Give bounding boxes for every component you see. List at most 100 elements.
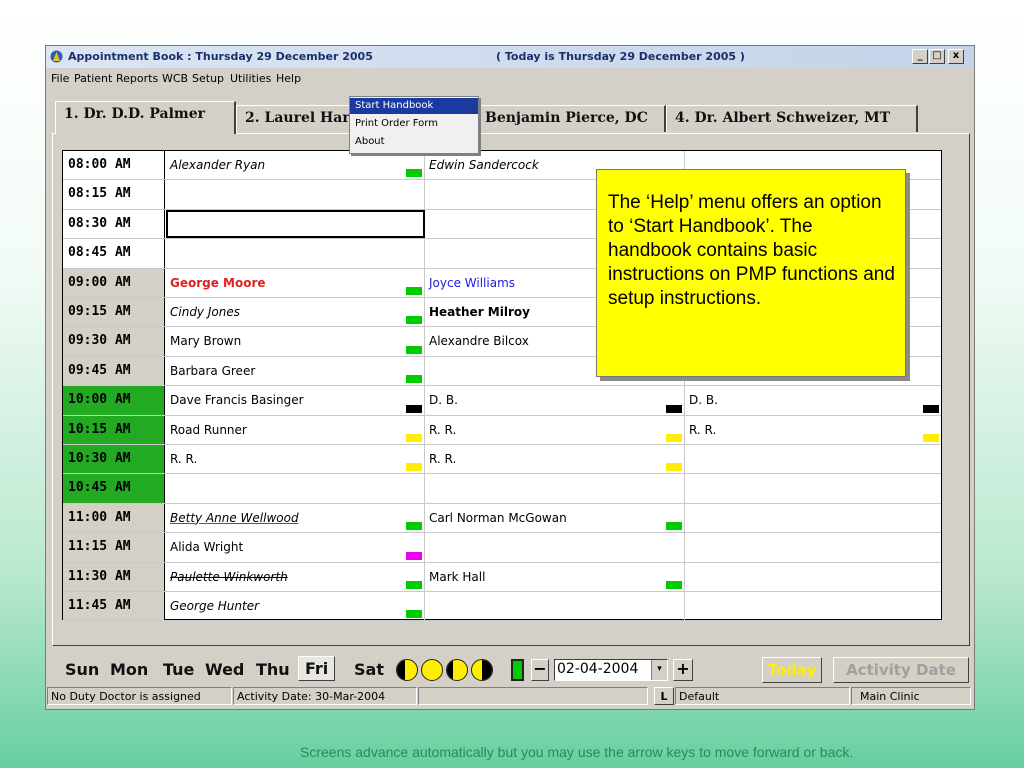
appointment-cell[interactable] [685, 504, 941, 532]
date-picker[interactable]: 02-04-2004 ▾ [554, 659, 668, 681]
status-marker [406, 433, 422, 442]
window-title: Appointment Book : Thursday 29 December … [68, 50, 373, 63]
time-slot-label: 09:30 AM [63, 327, 165, 356]
time-slot-label: 10:45 AM [63, 474, 165, 503]
appointment-cell[interactable]: Cindy Jones [166, 298, 425, 327]
appointment-cell[interactable] [425, 474, 685, 503]
appointment-cell[interactable] [685, 445, 941, 473]
today-label: ( Today is Thursday 29 December 2005 ) [496, 50, 745, 63]
appointment-cell[interactable] [685, 533, 941, 561]
menu-item-start-handbook[interactable]: Start Handbook [350, 98, 478, 114]
moon-phase-icon [421, 659, 443, 681]
day-tue[interactable]: Tue [163, 660, 194, 679]
day-sun[interactable]: Sun [65, 660, 99, 679]
tab-doctor-4[interactable]: 4. Dr. Albert Schweizer, MT [666, 105, 918, 132]
status-marker [406, 551, 422, 560]
table-row: 11:15 AM Alida Wright [63, 533, 941, 563]
appointment-cell[interactable]: Carl Norman McGowan [425, 503, 685, 533]
appointment-cell[interactable]: R. R. [425, 445, 685, 474]
patient-name: R. R. [689, 422, 717, 437]
appointment-cell[interactable] [425, 533, 685, 562]
app-icon [50, 50, 63, 63]
appointment-cell[interactable]: D. B. [425, 386, 685, 415]
today-button[interactable]: Today [762, 657, 822, 683]
time-slot-label: 10:00 AM [63, 386, 165, 415]
table-row: 10:30 AM R. R. R. R. [63, 445, 941, 475]
appointment-cell[interactable] [166, 209, 425, 239]
activity-date-button[interactable]: Activity Date [833, 657, 969, 683]
appointment-cell[interactable]: Road Runner [166, 415, 425, 444]
appointment-cell[interactable] [425, 592, 685, 621]
appointment-cell[interactable] [685, 563, 941, 591]
day-wed[interactable]: Wed [205, 660, 244, 679]
close-button[interactable]: x [948, 49, 964, 64]
status-empty [418, 687, 648, 705]
time-slot-label: 08:45 AM [63, 239, 165, 268]
appointment-cell[interactable]: Mary Brown [166, 327, 425, 356]
appointment-cell[interactable]: R. R. [685, 416, 941, 444]
status-marker [406, 375, 422, 384]
appointment-cell[interactable]: Alida Wright [166, 533, 425, 562]
appointment-cell[interactable]: Barbara Greer [166, 356, 425, 386]
appointment-cell[interactable]: R. R. [166, 445, 425, 474]
day-fri[interactable]: Fri [298, 656, 336, 681]
previous-date-button[interactable]: − [531, 659, 549, 681]
patient-name: George Hunter [170, 599, 260, 613]
menu-item-about[interactable]: About [350, 134, 478, 150]
status-marker [406, 345, 422, 354]
patient-name: Heather Milroy [429, 305, 530, 319]
day-thu[interactable]: Thu [256, 660, 290, 679]
status-marker [923, 433, 939, 442]
table-row: 10:00 AM Dave Francis Basinger D. B. D. B. [63, 386, 941, 416]
time-slot-label: 10:15 AM [63, 415, 165, 444]
appointment-cell[interactable] [166, 180, 425, 209]
menu-utilities[interactable]: Utilities [230, 72, 271, 85]
day-navigation-bar: Sun Mon Tue Wed Thu Fri Sat − 02-04-2004… [46, 653, 974, 683]
menu-help[interactable]: Help [276, 72, 301, 85]
menu-setup[interactable]: Setup [192, 72, 224, 85]
appointment-cell[interactable] [685, 474, 941, 502]
appointment-cell[interactable]: Dave Francis Basinger [166, 386, 425, 415]
table-row: 11:30 AM Paulette Winkworth Mark Hall [63, 562, 941, 592]
appointment-cell[interactable]: Alexander Ryan [166, 151, 425, 180]
day-mon[interactable]: Mon [110, 660, 148, 679]
duty-doctor-status: No Duty Doctor is assigned [47, 687, 232, 705]
patient-name: Alexandre Bilcox [429, 334, 529, 349]
appointment-cell[interactable]: D. B. [685, 386, 941, 414]
time-slot-label: 09:45 AM [63, 356, 165, 386]
appointment-cell[interactable]: R. R. [425, 415, 685, 444]
appointment-cell[interactable] [685, 592, 941, 620]
status-marker [406, 404, 422, 413]
patient-name: Road Runner [170, 422, 247, 437]
patient-name: Mary Brown [170, 334, 242, 349]
maximize-button[interactable]: □ [929, 49, 945, 64]
menu-wcb[interactable]: WCB [162, 72, 188, 85]
l-button[interactable]: L [654, 687, 674, 705]
appointment-cell[interactable]: Betty Anne Wellwood [166, 503, 425, 533]
appointment-cell[interactable]: Paulette Winkworth [166, 562, 425, 591]
status-marker [666, 433, 682, 442]
tab-doctor-1[interactable]: 1. Dr. D.D. Palmer [55, 101, 236, 134]
footer-note: Screens advance automatically but you ma… [300, 744, 854, 760]
menu-reports[interactable]: Reports [116, 72, 158, 85]
minimize-button[interactable]: _ [912, 49, 928, 64]
menu-file[interactable]: File [51, 72, 69, 85]
next-date-button[interactable]: + [673, 659, 693, 681]
patient-name: Carl Norman McGowan [429, 510, 567, 525]
menu-item-print-order-form[interactable]: Print Order Form [350, 116, 478, 132]
tab-doctor-3[interactable]: Benjamin Pierce, DC [476, 105, 666, 132]
status-marker [406, 522, 422, 531]
status-marker [406, 610, 422, 619]
table-row: 11:00 AM Betty Anne Wellwood Carl Norman M… [63, 503, 941, 534]
appointment-cell[interactable] [166, 239, 425, 268]
day-sat[interactable]: Sat [354, 660, 384, 679]
menu-patient[interactable]: Patient [74, 72, 112, 85]
time-slot-label: 09:00 AM [63, 268, 165, 297]
time-slot-label: 10:30 AM [63, 445, 165, 474]
appointment-cell[interactable]: George Moore [166, 268, 425, 297]
chevron-down-icon[interactable]: ▾ [651, 660, 667, 680]
appointment-cell[interactable]: George Hunter [166, 592, 425, 621]
time-slot-label: 08:30 AM [63, 209, 165, 239]
appointment-cell[interactable]: Mark Hall [425, 562, 685, 591]
appointment-cell[interactable] [166, 474, 425, 503]
